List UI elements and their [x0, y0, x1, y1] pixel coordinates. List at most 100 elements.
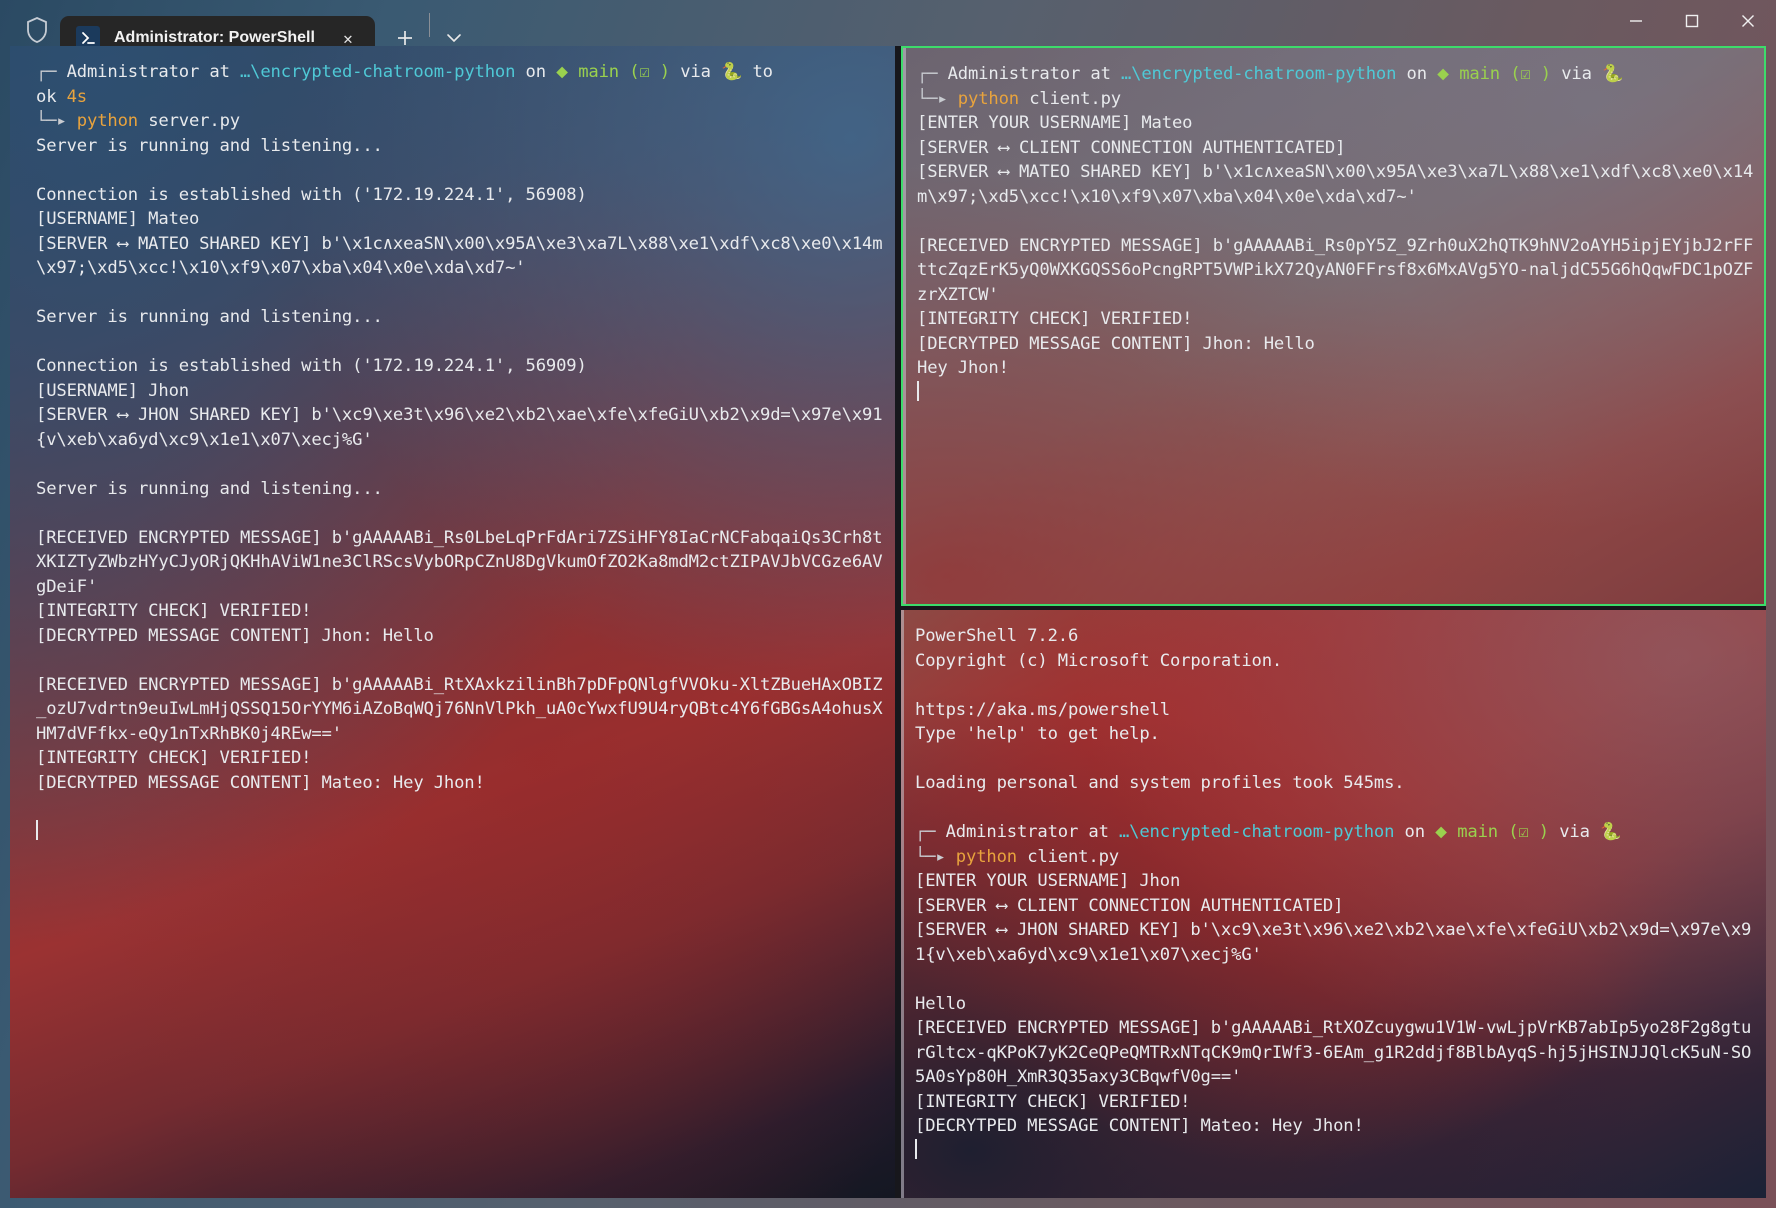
toolbar-divider — [428, 13, 430, 37]
prompt-user: Administrator — [947, 64, 1081, 84]
pane-client-mateo[interactable]: ┌─ Administrator at …\encrypted-chatroom… — [901, 46, 1766, 606]
git-branch-icon: ⬥ — [1435, 822, 1458, 842]
prompt-via: via — [680, 62, 721, 82]
prompt-path: …\encrypted-chatroom-python — [1118, 822, 1395, 842]
output-line: [USERNAME] Jhon — [36, 380, 189, 401]
prompt-on: on — [515, 62, 557, 82]
cursor-block — [917, 380, 919, 401]
pane-scrollbar[interactable] — [901, 610, 904, 1198]
output-line: [RECEIVED ENCRYPTED MESSAGE] b'gAAAAABi_… — [917, 235, 1754, 305]
output-line: [INTEGRITY CHECK] VERIFIED! — [915, 1091, 1191, 1112]
terminal-cursor — [917, 380, 1754, 406]
command-runner: python — [955, 846, 1028, 867]
tab-title: Administrator: PowerShell — [114, 29, 315, 46]
output-line: [SERVER ⟷ JHON SHARED KEY] b'\xc9\xe3t\x… — [915, 920, 1752, 965]
maximize-button[interactable] — [1664, 0, 1720, 42]
output-line: [RECEIVED ENCRYPTED MESSAGE] b'gAAAAABi_… — [36, 674, 883, 744]
prompt-arrow-icon: └─▸ — [917, 88, 958, 109]
prompt-user: Administrator — [945, 822, 1079, 842]
pane-client-jhon[interactable]: PowerShell 7.2.6 Copyright (c) Microsoft … — [901, 610, 1766, 1198]
output-line: [SERVER ⟷ JHON SHARED KEY] b'\xc9\xe3t\x… — [36, 405, 883, 450]
command-line: └─▸ python client.py — [915, 845, 1756, 870]
pane-scrollbar[interactable] — [903, 48, 906, 604]
output-line: [SERVER ⟷ CLIENT CONNECTION AUTHENTICATE… — [915, 895, 1344, 916]
command-argument: server.py — [148, 111, 240, 131]
pane-client-jhon-content: PowerShell 7.2.6 Copyright (c) Microsoft … — [901, 610, 1766, 1173]
cursor-block — [915, 1138, 917, 1159]
output-line: Server is running and listening... — [36, 478, 383, 499]
git-status-badge: (☑ ) — [1498, 822, 1560, 842]
prompt-corner-icon: ┌─ — [915, 822, 946, 842]
output-line: Type 'help' to get help. — [915, 724, 1160, 744]
terminal-cursor — [36, 819, 885, 845]
output-line: [SERVER ⟷ MATEO SHARED KEY] b'\x1c∧xeaSN… — [917, 162, 1754, 207]
prompt-duration: 4s — [66, 86, 88, 107]
prompt-via: via — [1561, 64, 1602, 84]
right-pane-column: ┌─ Administrator at …\encrypted-chatroom… — [901, 46, 1766, 1198]
prompt-on: on — [1394, 822, 1436, 842]
output-line: [DECRYTPED MESSAGE CONTENT] Mateo: Hey J… — [915, 1116, 1364, 1136]
output-line: Copyright (c) Microsoft Corporation. — [915, 650, 1283, 671]
output-line: [INTEGRITY CHECK] VERIFIED! — [36, 748, 312, 768]
prompt-arrow-icon: └─▸ — [36, 111, 77, 131]
prompt-arrow-icon: └─▸ — [915, 846, 956, 867]
output-line: PowerShell 7.2.6 — [915, 626, 1079, 646]
minimize-button[interactable] — [1608, 0, 1664, 42]
output-line: [ENTER YOUR USERNAME] Jhon — [915, 871, 1181, 891]
prompt-path: …\encrypted-chatroom-python — [239, 62, 516, 82]
shell-prompt-line: ┌─ Administrator at …\encrypted-chatroom… — [917, 62, 1754, 87]
cursor-block — [36, 819, 38, 840]
git-branch-icon: ⬥ — [1437, 64, 1460, 84]
prompt-at: at — [1078, 822, 1119, 842]
close-window-button[interactable] — [1720, 0, 1776, 42]
output-line: [RECEIVED ENCRYPTED MESSAGE] b'gAAAAABi_… — [915, 1018, 1752, 1087]
shell-prompt-line: ┌─ Administrator at …\encrypted-chatroom… — [915, 820, 1756, 845]
prompt-corner-icon: ┌─ — [36, 62, 67, 82]
git-branch-icon: ⬥ — [556, 62, 579, 82]
git-status-badge: (☑ ) — [1500, 64, 1562, 84]
terminal-body: ┌─ Administrator at …\encrypted-chatroom… — [10, 46, 1766, 1198]
shell-prompt-line: ┌─ Administrator at …\encrypted-chatroom… — [36, 60, 885, 109]
output-line: [DECRYTPED MESSAGE CONTENT] Jhon: Hello — [36, 625, 434, 646]
command-line: └─▸ python client.py — [917, 87, 1754, 112]
output-line: Hey Jhon! — [917, 358, 1009, 378]
output-line: Server is running and listening... — [36, 307, 383, 327]
output-line: Hello — [915, 993, 966, 1014]
output-line: Connection is established with ('172.19.… — [36, 356, 587, 376]
prompt-user: Administrator — [66, 62, 200, 82]
prompt-path: …\encrypted-chatroom-python — [1120, 64, 1397, 84]
python-icon: 🐍 — [1601, 64, 1624, 84]
output-line: [RECEIVED ENCRYPTED MESSAGE] b'gAAAAABi_… — [36, 527, 883, 597]
terminal-cursor — [915, 1138, 1756, 1164]
output-line: Connection is established with ('172.19.… — [36, 184, 587, 205]
git-status-badge: (☑ ) — [619, 62, 681, 82]
output-line: [USERNAME] Mateo — [36, 209, 200, 229]
pane-server-content: ┌─ Administrator at …\encrypted-chatroom… — [10, 46, 895, 854]
prompt-branch: main — [1457, 822, 1498, 842]
terminal-window: Administrator: PowerShell ✕ ┌─ Administr… — [0, 0, 1776, 1208]
output-line: https://aka.ms/powershell — [915, 699, 1170, 720]
command-line: └─▸ python server.py — [36, 109, 885, 134]
pane-client-mateo-content: ┌─ Administrator at …\encrypted-chatroom… — [903, 48, 1764, 415]
python-icon: 🐍 — [720, 62, 743, 82]
prompt-at: at — [1080, 64, 1121, 84]
pane-server[interactable]: ┌─ Administrator at …\encrypted-chatroom… — [10, 46, 895, 1198]
prompt-via: via — [1559, 822, 1600, 842]
prompt-at: at — [199, 62, 240, 82]
output-line: [INTEGRITY CHECK] VERIFIED! — [36, 601, 312, 621]
prompt-branch: main — [578, 62, 619, 82]
output-line: Server is running and listening... — [36, 135, 383, 156]
output-line: [INTEGRITY CHECK] VERIFIED! — [917, 309, 1193, 329]
